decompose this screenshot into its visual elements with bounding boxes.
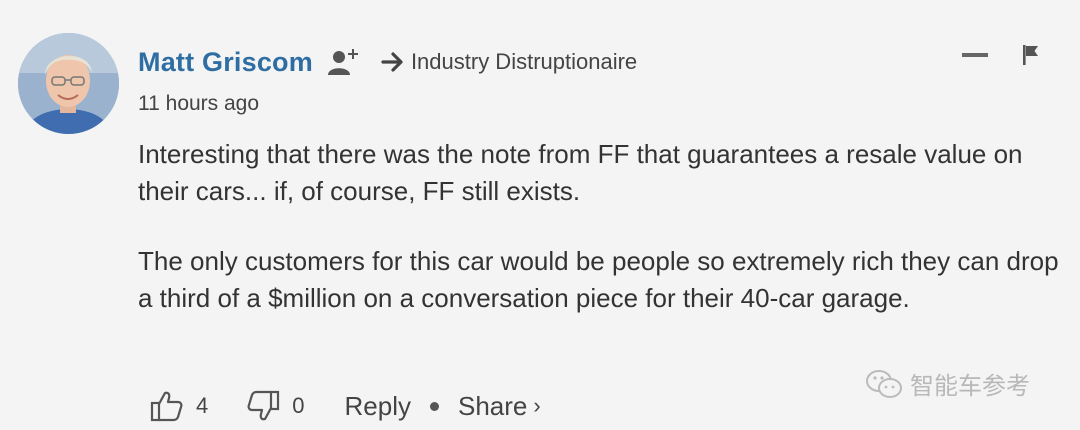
add-user-icon[interactable]: [327, 46, 359, 78]
upvote-count: 4: [196, 393, 209, 418]
share-button[interactable]: Share ›: [458, 391, 541, 422]
thumbs-down-icon: [247, 390, 280, 421]
separator-dot: [429, 401, 439, 411]
downvote-count: 0: [292, 393, 305, 418]
reply-to: Industry Distruptionaire: [381, 49, 637, 75]
avatar[interactable]: [18, 33, 119, 134]
share-label: Share: [457, 390, 528, 421]
comment-paragraph: Interesting that there was the note from…: [138, 139, 1023, 206]
comment-footer: 4 0 Reply Share ›: [150, 386, 541, 426]
avatar-image: [18, 33, 119, 134]
wechat-icon: [864, 367, 904, 401]
comment-paragraph: The only customers for this car would be…: [138, 246, 1059, 313]
chevron-right-icon: ›: [533, 393, 541, 418]
arrow-right-icon: [381, 51, 405, 73]
reply-button[interactable]: Reply: [345, 391, 411, 422]
upvote-button[interactable]: 4: [150, 390, 208, 422]
thumbs-up-icon: [150, 391, 183, 422]
minus-icon[interactable]: [962, 52, 988, 58]
flag-icon[interactable]: [1022, 44, 1040, 66]
timestamp[interactable]: 11 hours ago: [138, 92, 259, 116]
watermark-text: 智能车参考: [910, 373, 1030, 400]
comment-body: Interesting that there was the note from…: [138, 136, 1068, 317]
comment-actions: [962, 44, 1040, 66]
watermark: 智能车参考: [864, 366, 1030, 401]
author-name[interactable]: Matt Griscom: [138, 47, 313, 78]
downvote-button[interactable]: 0: [246, 390, 305, 422]
reply-to-user[interactable]: Industry Distruptionaire: [411, 49, 637, 75]
comment-card: Matt Griscom Industry Distruptionaire 11…: [0, 0, 1080, 430]
comment-header: Matt Griscom Industry Distruptionaire: [138, 40, 637, 84]
